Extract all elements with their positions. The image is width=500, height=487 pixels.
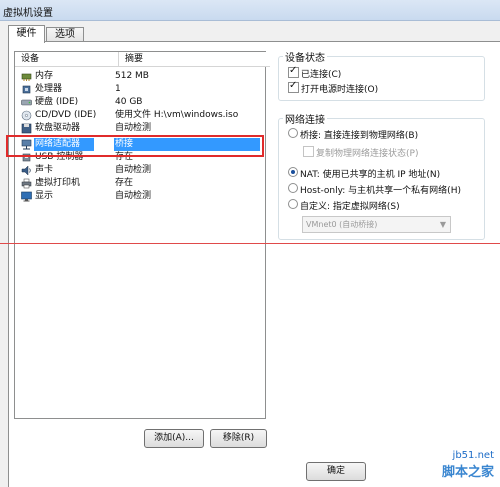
custom-network-select[interactable]: VMnet0 (自动桥接) ▼ bbox=[302, 216, 451, 233]
device-row-processor[interactable]: 处理器 1 bbox=[15, 83, 265, 96]
device-name: 声卡 bbox=[35, 165, 54, 175]
cpu-icon bbox=[21, 84, 32, 95]
device-row-hard-disk[interactable]: 硬盘 (IDE) 40 GB bbox=[15, 96, 265, 109]
printer-icon bbox=[21, 178, 32, 189]
device-summary: 自动检测 bbox=[115, 191, 152, 201]
floppy-icon bbox=[21, 123, 32, 134]
cd-dvd-icon bbox=[21, 110, 32, 121]
device-summary: 自动检测 bbox=[115, 165, 152, 175]
remove-button[interactable]: 移除(R) bbox=[210, 429, 267, 448]
red-guide-line bbox=[0, 243, 500, 244]
checkmark-icon: ✓ bbox=[289, 80, 298, 91]
connect-at-power-on-checkbox[interactable]: ✓ bbox=[288, 80, 299, 93]
custom-radio[interactable] bbox=[288, 199, 298, 209]
device-summary: 自动检测 bbox=[115, 123, 152, 133]
network-connection-title: 网络连接 bbox=[283, 111, 327, 126]
device-summary: 使用文件 H:\vm\windows.iso bbox=[115, 110, 239, 120]
device-row-cd-dvd[interactable]: CD/DVD (IDE) 使用文件 H:\vm\windows.iso bbox=[15, 109, 265, 122]
connected-checkbox[interactable]: ✓ bbox=[288, 65, 299, 78]
chevron-down-icon: ▼ bbox=[439, 220, 447, 229]
nat-label[interactable]: NAT: 使用已共享的主机 IP 地址(N) bbox=[300, 167, 440, 180]
window-title: 虚拟机设置 bbox=[3, 8, 53, 19]
column-header-summary[interactable]: 摘要 bbox=[119, 52, 270, 67]
watermark-site-name: 脚本之家 bbox=[441, 465, 494, 480]
device-name: CD/DVD (IDE) bbox=[35, 110, 97, 120]
device-name: 处理器 bbox=[35, 84, 63, 94]
tab-hardware[interactable]: 硬件 bbox=[8, 25, 45, 43]
radio-dot bbox=[291, 170, 295, 174]
network-adapter-highlight-box bbox=[6, 135, 264, 157]
bridged-radio[interactable] bbox=[288, 128, 298, 138]
nat-radio[interactable] bbox=[288, 167, 298, 177]
device-row-memory[interactable]: 内存 512 MB bbox=[15, 70, 265, 83]
checkmark-icon: ✓ bbox=[289, 65, 298, 76]
device-status-title: 设备状态 bbox=[283, 49, 327, 64]
connect-at-power-on-label[interactable]: 打开电源时连接(O) bbox=[301, 82, 378, 95]
device-list[interactable]: 设备 摘要 内存 512 MB 处理器 1 硬盘 (IDE) 40 GB CD/… bbox=[14, 51, 270, 419]
custom-label[interactable]: 自定义: 指定虚拟网络(S) bbox=[300, 199, 400, 212]
device-summary: 40 GB bbox=[115, 97, 143, 107]
column-header-device[interactable]: 设备 bbox=[15, 52, 119, 67]
display-icon bbox=[21, 191, 32, 202]
connected-label[interactable]: 已连接(C) bbox=[301, 67, 341, 80]
replicate-state-label[interactable]: 复制物理网络连接状态(P) bbox=[316, 146, 418, 159]
device-summary: 512 MB bbox=[115, 71, 149, 81]
device-name: 硬盘 (IDE) bbox=[35, 97, 79, 107]
device-row-floppy[interactable]: 软盘驱动器 自动检测 bbox=[15, 122, 265, 135]
device-summary: 1 bbox=[115, 84, 121, 94]
sound-icon bbox=[21, 165, 32, 176]
custom-network-value: VMnet0 (自动桥接) bbox=[306, 220, 378, 229]
replicate-state-checkbox[interactable] bbox=[303, 146, 314, 157]
device-row-printer[interactable]: 虚拟打印机 存在 bbox=[15, 177, 265, 190]
device-row-sound[interactable]: 声卡 自动检测 bbox=[15, 164, 265, 177]
host-only-radio[interactable] bbox=[288, 183, 298, 193]
device-name: 虚拟打印机 bbox=[35, 178, 81, 188]
device-summary: 存在 bbox=[115, 178, 134, 188]
title-bar: 虚拟机设置 bbox=[0, 0, 500, 21]
device-name: 内存 bbox=[35, 71, 54, 81]
device-name: 显示 bbox=[35, 191, 54, 201]
tab-options[interactable]: 选项 bbox=[46, 27, 84, 42]
ok-button[interactable]: 确定 bbox=[306, 462, 366, 481]
bridged-label[interactable]: 桥接: 直接连接到物理网络(B) bbox=[300, 128, 418, 141]
hard-disk-icon bbox=[21, 97, 32, 108]
watermark: jb51.net 脚本之家 bbox=[442, 450, 494, 480]
watermark-url: jb51.net bbox=[452, 450, 494, 461]
device-row-display[interactable]: 显示 自动检测 bbox=[15, 190, 265, 203]
memory-icon bbox=[21, 71, 32, 82]
host-only-label[interactable]: Host-only: 与主机共享一个私有网络(H) bbox=[300, 183, 461, 196]
device-name: 软盘驱动器 bbox=[35, 123, 81, 133]
add-button[interactable]: 添加(A)... bbox=[144, 429, 204, 448]
